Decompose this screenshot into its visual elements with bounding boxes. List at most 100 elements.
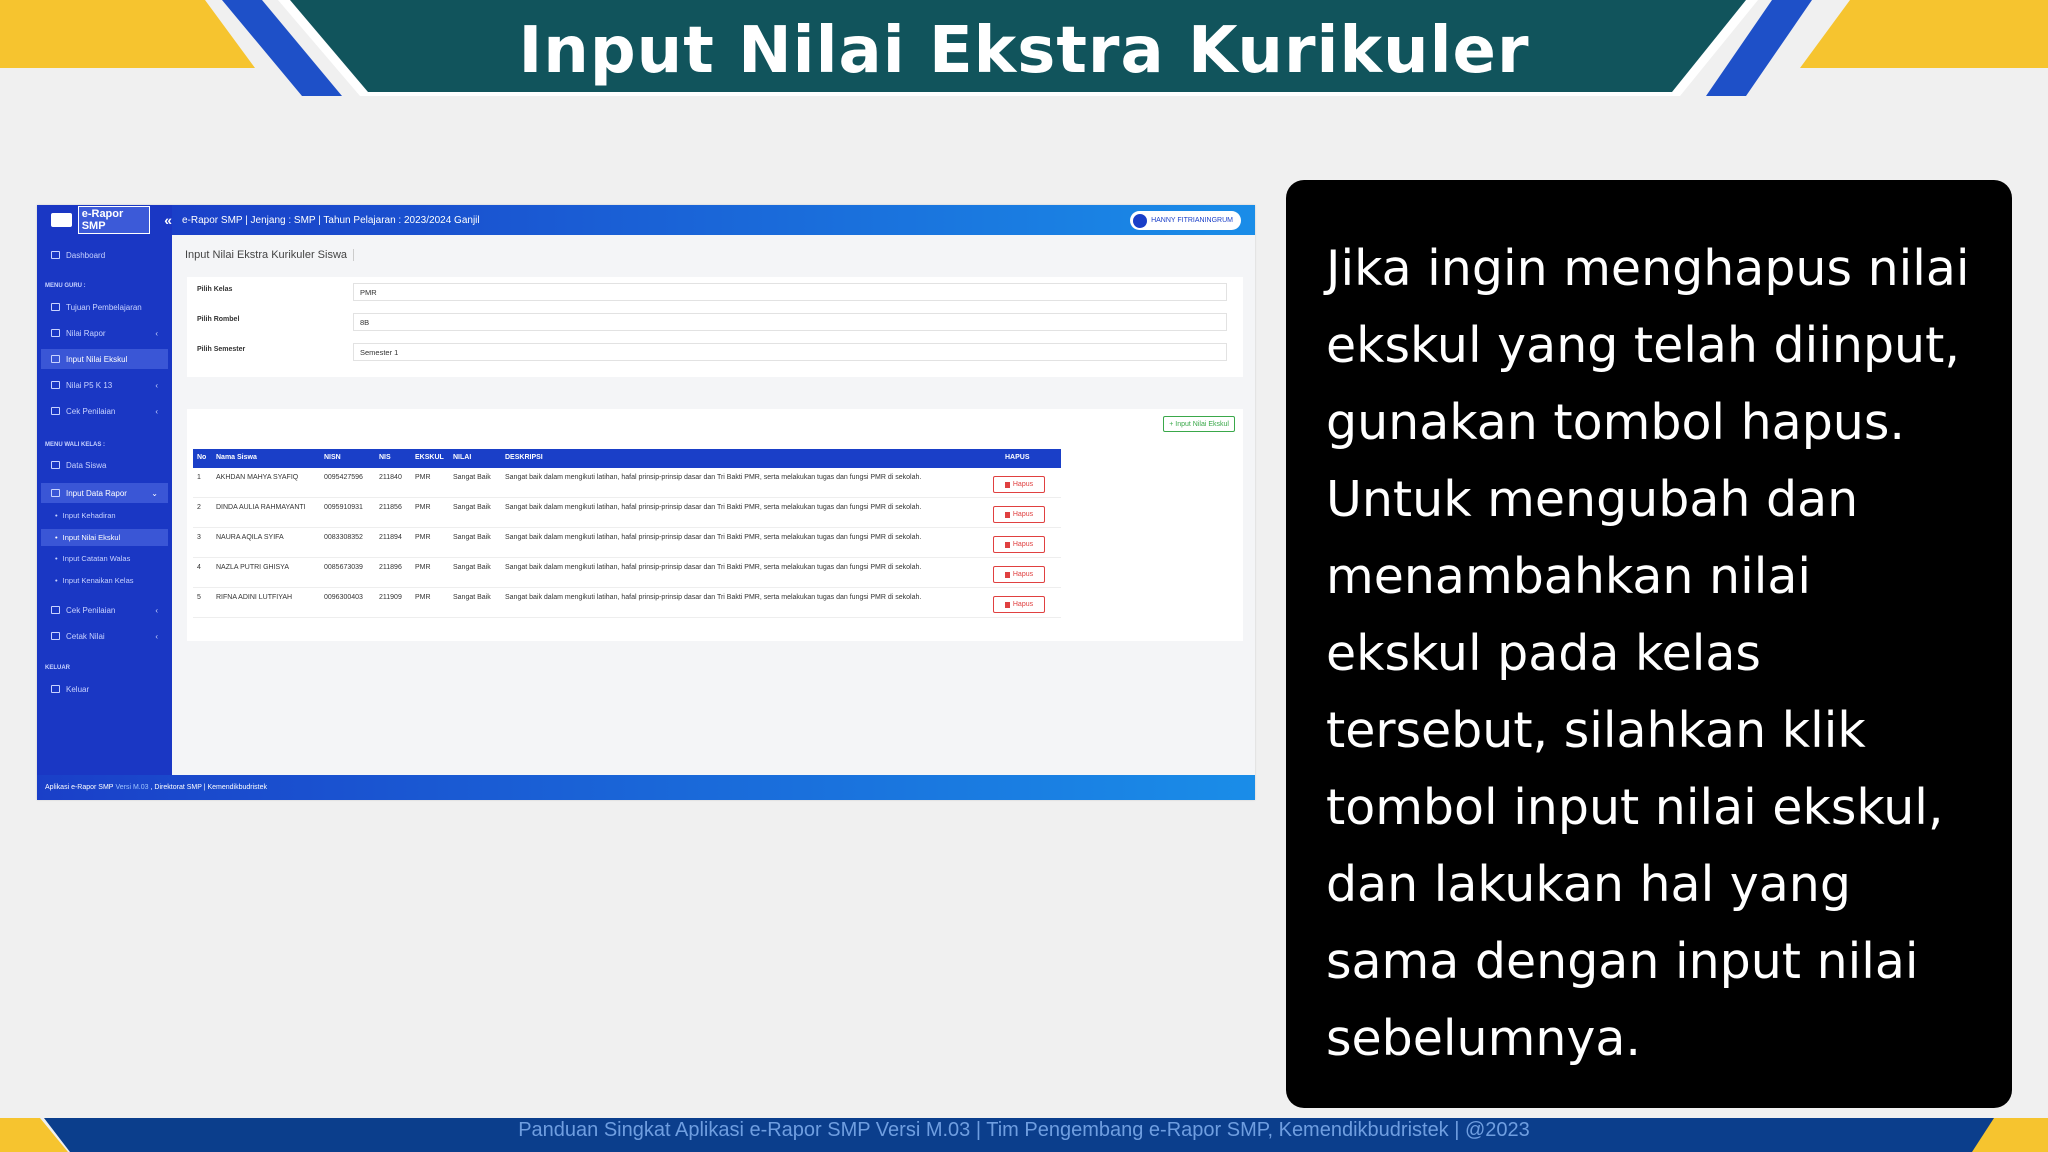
sidebar-item-nilai-rapor[interactable]: Nilai Rapor ‹ [41,323,168,343]
ekskul-table: No Nama Siswa NISN NIS EKSKUL NILAI DESK… [193,449,1061,618]
kelas-label: Pilih Kelas [197,286,233,293]
avatar [1133,213,1148,228]
ekskul-table-card: + Input Nilai Ekskul No Nama Siswa NISN … [187,409,1243,641]
home-icon [51,251,60,259]
edit-icon [51,355,60,363]
cell-nama: NAZLA PUTRI GHISYA [216,564,289,571]
sidebar-item-cek-penilaian[interactable]: Cek Penilaian ‹ [41,401,168,421]
trash-icon [1004,601,1010,608]
user-menu[interactable]: HANNY FITRIANINGRUM [1130,211,1241,230]
col-deskripsi: DESKRIPSI [505,454,543,461]
rombel-label: Pilih Rombel [197,316,240,323]
collapse-icon[interactable]: « [164,212,172,228]
cell-nis: 211894 [379,534,402,541]
cell-nama: NAURA AQILA SYIFA [216,534,284,541]
app-topbar: e-Rapor SMP | Jenjang : SMP | Tahun Pela… [172,205,1255,235]
kelas-select[interactable]: PMR [353,283,1227,301]
trash-icon [1004,511,1010,518]
sidebar-item-dashboard[interactable]: Dashboard [41,245,168,265]
chevron-left-icon: ‹ [155,328,158,338]
cell-ekskul: PMR [415,564,431,571]
cell-nisn: 0095910931 [324,504,363,511]
hapus-button[interactable]: Hapus [993,566,1045,583]
col-nisn: NISN [324,454,341,461]
sidebar-section-keluar: KELUAR [45,665,70,671]
lock-icon [51,685,60,693]
kelas-row: Pilih Kelas PMR [197,283,1227,305]
cell-no: 4 [197,564,201,571]
slide-title: Input Nilai Ekstra Kurikuler [518,14,1530,88]
cell-nilai: Sangat Baik [453,504,491,511]
grade-icon [51,381,60,389]
trash-icon [1004,571,1010,578]
hapus-label: Hapus [1012,571,1034,578]
explanation-text: Jika ingin menghapus nilai ekskul yang t… [1326,240,1970,1067]
col-hapus: HAPUS [1005,454,1030,461]
cell-ekskul: PMR [415,534,431,541]
grade-icon [51,329,60,337]
cell-nama: AKHDAN MAHYA SYAFIQ [216,474,299,481]
sidebar-item-input-nilai-ekskul[interactable]: Input Nilai Ekskul [41,349,168,369]
col-no: No [197,454,207,461]
hapus-button[interactable]: Hapus [993,476,1045,493]
input-nilai-ekskul-button[interactable]: + Input Nilai Ekskul [1163,416,1235,432]
logo-text: e-Rapor SMP [77,206,151,234]
table-header: No Nama Siswa NISN NIS EKSKUL NILAI DESK… [193,449,1061,468]
app-footer: Aplikasi e-Rapor SMP Versi M.03 , Direkt… [37,775,1255,800]
page-title: Input Nilai Ekstra Kurikuler Siswa [185,249,354,261]
chevron-left-icon: ‹ [155,605,158,615]
cell-deskripsi: Sangat baik dalam mengikuti latihan, haf… [505,504,922,511]
print-icon [51,632,60,640]
cell-deskripsi: Sangat baik dalam mengikuti latihan, haf… [505,474,922,481]
rombel-select[interactable]: 8B [353,313,1227,331]
sidebar-item-nilai-p5[interactable]: Nilai P5 K 13 ‹ [41,375,168,395]
cell-nis: 211909 [379,594,402,601]
cell-nisn: 0085673039 [324,564,363,571]
chevron-left-icon: ‹ [155,406,158,416]
cell-deskripsi: Sangat baik dalam mengikuti latihan, haf… [505,594,922,601]
sidebar-sub-kenaikan[interactable]: Input Kenaikan Kelas [41,572,168,589]
sidebar-item-tujuan[interactable]: Tujuan Pembelajaran [41,297,168,317]
sidebar-sub-kehadiran[interactable]: Input Kehadiran [41,507,168,524]
edit-icon [51,489,60,497]
app-footer-prefix: Aplikasi e-Rapor SMP [45,784,114,791]
sidebar-item-cetak-nilai[interactable]: Cetak Nilai ‹ [41,626,168,646]
table-row: 5 RIFNA ADINI LUTFIYAH 0096300403 211909 PMR… [193,588,1061,618]
col-ekskul: EKSKUL [415,454,444,461]
cell-no: 1 [197,474,201,481]
cell-nisn: 0095427596 [324,474,363,481]
cell-ekskul: PMR [415,504,431,511]
table-row: 3 NAURA AQILA SYIFA 0083308352 211894 PMR San… [193,528,1061,558]
cell-nama: RIFNA ADINI LUTFIYAH [216,594,293,601]
app-screenshot: e-Rapor SMP « Dashboard MENU GURU : Tuju… [37,205,1255,800]
hapus-button[interactable]: Hapus [993,596,1045,613]
cell-ekskul: PMR [415,474,431,481]
sidebar-item-cek-penilaian-2[interactable]: Cek Penilaian ‹ [41,600,168,620]
sidebar-item-data-siswa[interactable]: Data Siswa [41,455,168,475]
app-footer-suffix: , Direktorat SMP | Kemendikbudristek [150,784,268,791]
hapus-button[interactable]: Hapus [993,506,1045,523]
cell-nis: 211856 [379,504,402,511]
semester-select[interactable]: Semester 1 [353,343,1227,361]
hapus-label: Hapus [1012,511,1034,518]
sidebar-item-keluar[interactable]: Keluar [41,679,168,699]
rombel-row: Pilih Rombel 8B [197,313,1227,335]
chevron-down-icon: ⌄ [151,488,158,498]
trash-icon [1004,541,1010,548]
sidebar-item-input-data-rapor[interactable]: Input Data Rapor ⌄ [41,483,168,503]
sidebar-sub-ekskul[interactable]: Input Nilai Ekskul [41,529,168,546]
users-icon [51,461,60,469]
cell-nama: DINDA AULIA RAHMAYANTI [216,504,306,511]
table-row: 1 AKHDAN MAHYA SYAFIQ 0095427596 211840 PMR S… [193,468,1061,498]
sidebar-sub-catatan[interactable]: Input Catatan Walas [41,550,168,567]
cell-no: 3 [197,534,201,541]
app-footer-version: Versi M.03 [115,784,149,791]
cell-nis: 211896 [379,564,402,571]
cell-ekskul: PMR [415,594,431,601]
cell-no: 5 [197,594,201,601]
chevron-left-icon: ‹ [155,380,158,390]
check-icon [51,407,60,415]
hapus-button[interactable]: Hapus [993,536,1045,553]
semester-label: Pilih Semester [197,346,246,353]
check-icon [51,606,60,614]
